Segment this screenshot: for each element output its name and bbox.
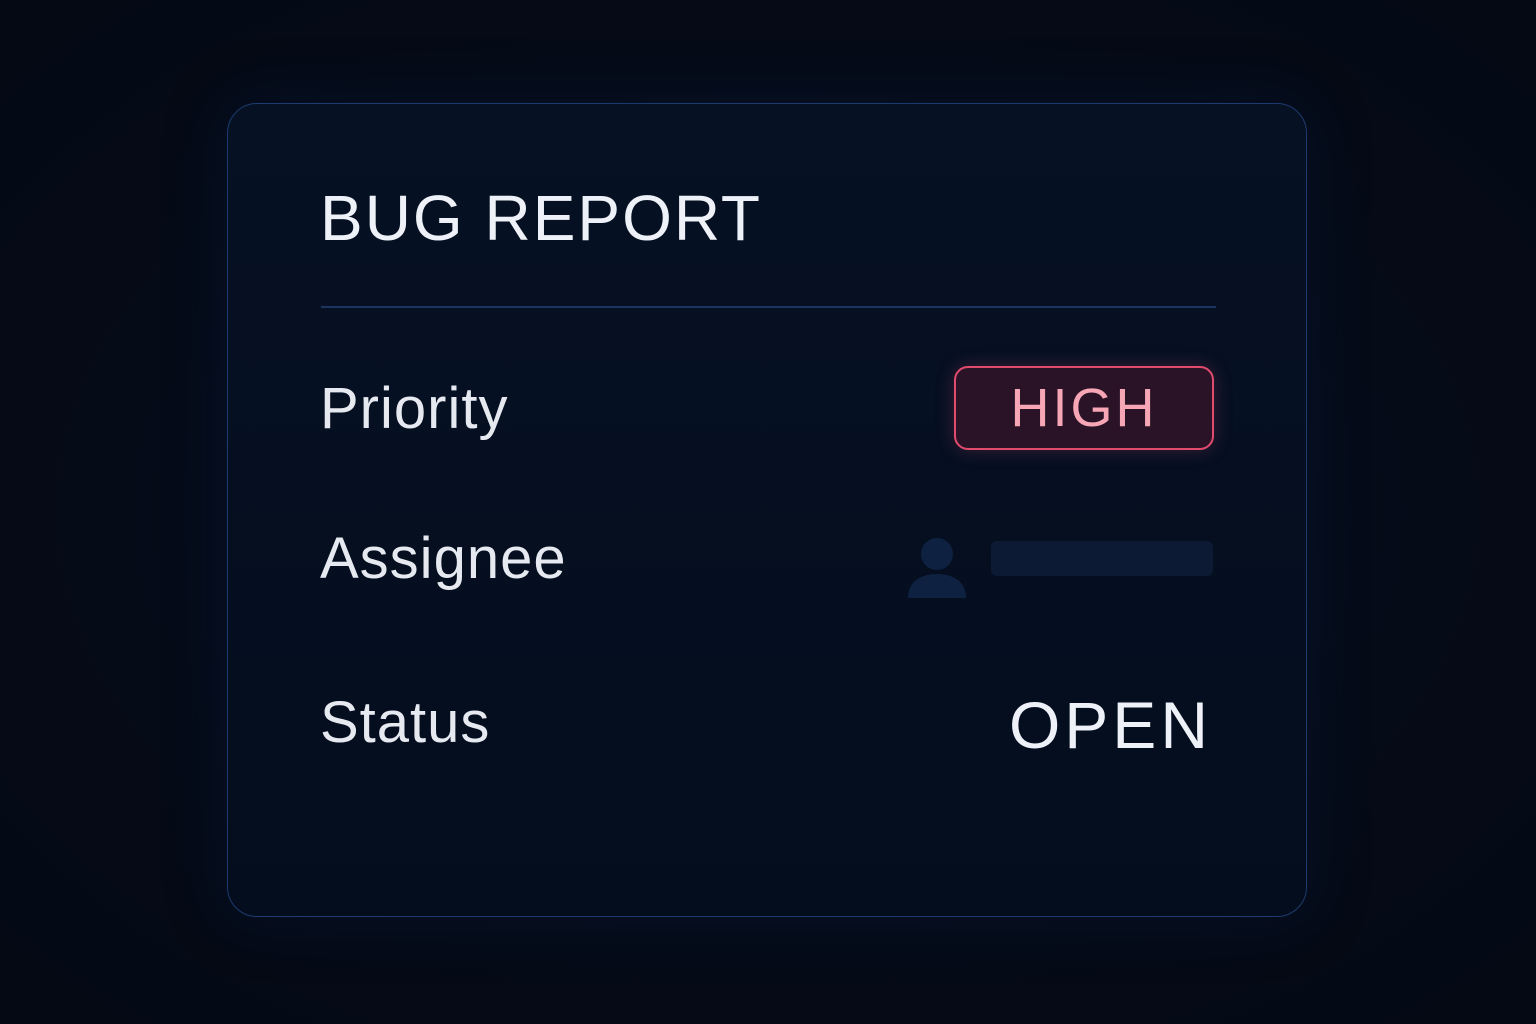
priority-value: HIGH xyxy=(1010,378,1158,438)
page-background: BUG REPORT Priority HIGH Assignee Status… xyxy=(0,0,1536,1024)
status-label: Status xyxy=(320,690,491,755)
user-icon-graphic xyxy=(908,538,966,598)
priority-label: Priority xyxy=(320,376,509,441)
title-divider xyxy=(321,306,1216,308)
assignee-label: Assignee xyxy=(320,526,567,591)
assignee-name-placeholder[interactable] xyxy=(991,541,1213,576)
user-icon[interactable] xyxy=(906,536,968,600)
status-value[interactable]: OPEN xyxy=(1009,692,1212,758)
card-title: BUG REPORT xyxy=(320,182,762,254)
bug-report-card: BUG REPORT Priority HIGH Assignee Status… xyxy=(227,103,1307,917)
priority-badge[interactable]: HIGH xyxy=(954,366,1214,450)
